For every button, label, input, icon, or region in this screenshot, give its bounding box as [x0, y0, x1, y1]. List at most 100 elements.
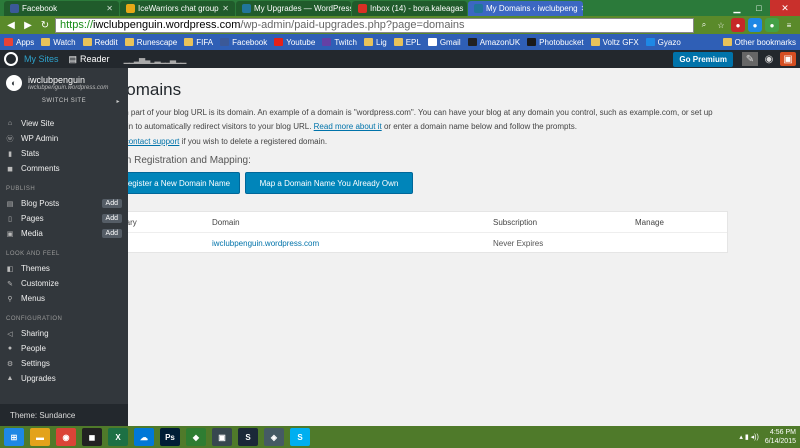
extension-icon[interactable]: ●	[748, 18, 762, 32]
maximize-icon[interactable]: □	[748, 0, 770, 16]
wp-admin-bar: My Sites ▤ Reader ▁▁▂▅▃▁▂▁▁▃▁▁ Go Premium…	[0, 50, 800, 68]
bookmark[interactable]: Twitch	[322, 38, 357, 47]
add-media-button[interactable]: Add	[101, 229, 122, 238]
sidebar-item-sharing[interactable]: ◁ Sharing	[0, 326, 128, 341]
contact-support-link[interactable]: contact support	[128, 137, 179, 146]
app-icon[interactable]: ◼	[82, 428, 102, 446]
section-header-publish: PUBLISH	[6, 186, 36, 192]
url-scheme: https://	[60, 19, 94, 31]
map-domain-button[interactable]: Map a Domain Name You Already Own	[245, 172, 413, 194]
onedrive-icon[interactable]: ☁	[134, 428, 154, 446]
clock[interactable]: 4:56 PM 6/14/2015	[765, 428, 796, 446]
reload-icon[interactable]: ↻	[38, 18, 52, 32]
sidebar-item-settings[interactable]: ⚙ Settings	[0, 356, 128, 371]
media-icon: ▣	[6, 230, 14, 238]
wordpress-logo-icon[interactable]	[4, 52, 18, 66]
bookmark[interactable]: Reddit	[82, 38, 118, 47]
my-sites-link[interactable]: My Sites	[24, 54, 59, 64]
go-premium-button[interactable]: Go Premium	[673, 51, 733, 67]
bookmark[interactable]: Runescape	[124, 38, 177, 47]
url-host: iwclubpenguin.wordpress.com	[93, 19, 241, 31]
add-blog-post-button[interactable]: Add	[101, 199, 122, 208]
main-content: Domains ain part of your blog URL is its…	[128, 68, 800, 426]
current-site[interactable]: ◐ iwclubpenguin iwclubpenguin.wordpress.…	[0, 68, 128, 98]
app-icon[interactable]: ◆	[186, 428, 206, 446]
notifications-icon[interactable]: ▣	[780, 52, 796, 66]
forward-icon[interactable]: ▶	[21, 18, 35, 32]
search-icon[interactable]: ⌕	[697, 18, 711, 32]
sidebar-item-view-site[interactable]: ⌂ View Site	[0, 116, 128, 131]
tray-icons[interactable]: ▴ ▮ ◂))	[739, 433, 758, 441]
gmail-icon	[427, 38, 437, 46]
tab-title: Inbox (14) - bora.kaleagas	[370, 4, 464, 13]
bookmark[interactable]: EPL	[393, 38, 421, 47]
folder-icon	[393, 38, 403, 46]
back-icon[interactable]: ◀	[4, 18, 18, 32]
windows-start-icon[interactable]: ⊞	[4, 428, 24, 446]
bookmark[interactable]: Youtube	[274, 38, 315, 47]
support-text: e contact support if you wish to delete …	[128, 137, 327, 146]
browser-tab[interactable]: Facebook ✕	[4, 1, 119, 16]
extension-icon[interactable]: ●	[731, 18, 745, 32]
avatar[interactable]: ◉	[761, 52, 777, 66]
excel-icon[interactable]: X	[108, 428, 128, 446]
bookmark[interactable]: Voltz GFX	[590, 38, 639, 47]
sidebar-item-themes[interactable]: ◧ Themes	[0, 261, 128, 276]
bookmark[interactable]: Photobucket	[527, 38, 584, 47]
bookmark[interactable]: Gyazo	[645, 38, 681, 47]
app-icon[interactable]: ◈	[264, 428, 284, 446]
bookmark[interactable]: Facebook	[220, 38, 267, 47]
bookmark[interactable]: Watch	[41, 38, 76, 47]
gear-icon: ⚙	[6, 360, 14, 368]
bookmark[interactable]: Lig	[364, 38, 387, 47]
browser-tab[interactable]: My Upgrades — WordPress✕	[236, 1, 351, 16]
chrome-icon[interactable]: ◉	[56, 428, 76, 446]
tab-close-icon[interactable]: ✕	[581, 4, 583, 13]
sidebar-item-menus[interactable]: ⚲ Menus	[0, 291, 128, 306]
reader-link[interactable]: ▤ Reader	[69, 54, 110, 65]
skype-icon[interactable]: S	[290, 428, 310, 446]
sidebar-item-pages[interactable]: ▯ Pages Add	[0, 211, 128, 226]
add-page-button[interactable]: Add	[101, 214, 122, 223]
url-input[interactable]: https://iwclubpenguin.wordpress.com/wp-a…	[55, 17, 694, 33]
close-window-icon[interactable]: ✕	[770, 0, 800, 16]
app-icon[interactable]: ▣	[212, 428, 232, 446]
tab-close-icon[interactable]: ✕	[222, 4, 229, 13]
browser-tab[interactable]: Inbox (14) - bora.kaleagas✕	[352, 1, 467, 16]
site-name: iwclubpenguin	[28, 75, 86, 85]
folder-icon	[41, 38, 51, 46]
posts-icon: ▤	[6, 200, 14, 208]
folder-icon	[590, 38, 600, 46]
sidebar-item-wp-admin[interactable]: ⓦ WP Admin	[0, 131, 128, 146]
sidebar-item-blog-posts[interactable]: ▤ Blog Posts Add	[0, 196, 128, 211]
extension-icon[interactable]: ●	[765, 18, 779, 32]
bookmark[interactable]: FIFA	[184, 38, 213, 47]
bookmark[interactable]: Apps	[4, 38, 34, 47]
sidebar-item-media[interactable]: ▣ Media Add	[0, 226, 128, 241]
sidebar-item-upgrades[interactable]: ▲ Upgrades	[0, 371, 128, 386]
menu-icon[interactable]: ≡	[782, 18, 796, 32]
bookmark[interactable]: Gmail	[427, 38, 461, 47]
tab-close-icon[interactable]: ✕	[106, 4, 113, 13]
write-post-icon[interactable]: ✎	[742, 52, 758, 66]
switch-site-button[interactable]: SWITCH SITE ▸	[0, 98, 128, 110]
sidebar-item-comments[interactable]: ◼ Comments	[0, 161, 128, 176]
url-path: /wp-admin/paid-upgrades.php?page=domains	[240, 19, 465, 31]
other-bookmarks[interactable]: Other bookmarks	[722, 38, 796, 47]
sidebar-item-people[interactable]: ● People	[0, 341, 128, 356]
bookmark[interactable]: AmazonUK	[467, 38, 520, 47]
file-explorer-icon[interactable]: ▬	[30, 428, 50, 446]
read-more-link[interactable]: Read more about it	[314, 122, 382, 131]
sidebar-item-customize[interactable]: ✎ Customize	[0, 276, 128, 291]
domain-link[interactable]: iwclubpenguin.wordpress.com	[212, 239, 493, 248]
tab-close-icon[interactable]: ✕	[466, 4, 467, 13]
minimize-icon[interactable]: ▁	[726, 0, 748, 16]
register-domain-button[interactable]: egister a New Domain Name	[128, 172, 240, 194]
browser-tab-active[interactable]: My Domains ‹ iwclubpeng✕	[468, 1, 583, 16]
photoshop-icon[interactable]: Ps	[160, 428, 180, 446]
star-icon[interactable]: ☆	[714, 18, 728, 32]
sidebar-item-stats[interactable]: ▮ Stats	[0, 146, 128, 161]
current-theme[interactable]: Theme: Sundance	[0, 404, 128, 426]
browser-tab[interactable]: IceWarriors chat group ✕	[120, 1, 235, 16]
steam-icon[interactable]: S	[238, 428, 258, 446]
